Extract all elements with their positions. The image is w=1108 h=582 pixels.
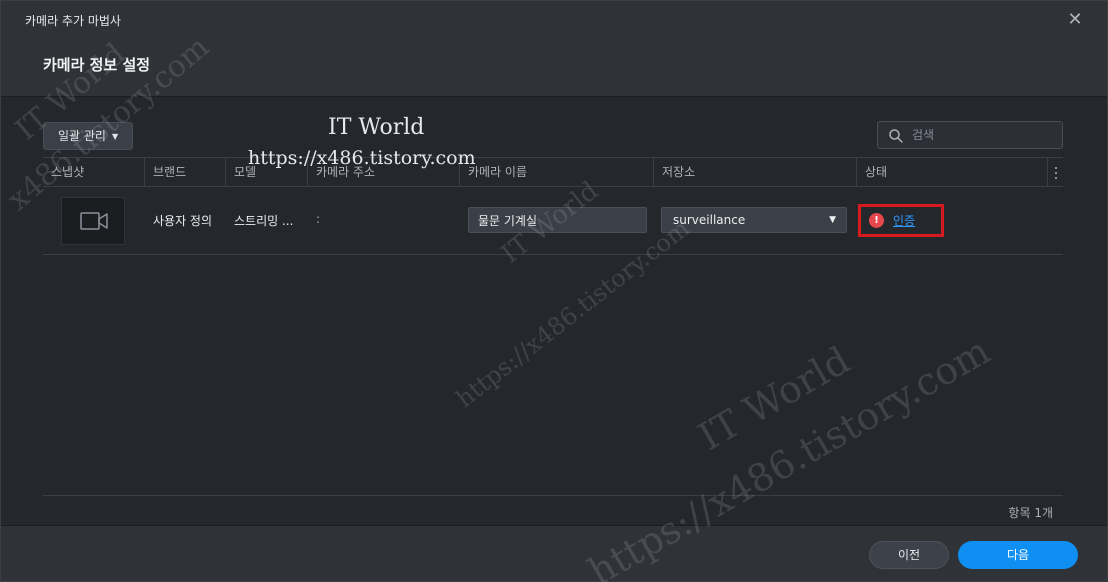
error-icon: ! <box>869 213 884 228</box>
table-footer-divider <box>43 495 1063 496</box>
previous-button[interactable]: 이전 <box>869 541 949 569</box>
title-bar: 카메라 추가 마법사 ✕ <box>1 1 1107 39</box>
add-camera-wizard-dialog: 카메라 추가 마법사 ✕ 카메라 정보 설정 일괄 관리 ▼ 스냅샷 브랜드 모델… <box>0 0 1108 582</box>
brand-cell: 사용자 정의 <box>153 214 213 228</box>
authenticate-link[interactable]: 인증 <box>893 212 915 229</box>
item-count: 항목 1개 <box>1008 506 1053 520</box>
camera-table: 스냅샷 브랜드 모델 카메라 주소 카메라 이름 저장소 상태 사용자 정의 스… <box>43 157 1063 255</box>
action-bar: 이전 다음 <box>1 525 1107 581</box>
column-header-snapshot[interactable]: 스냅샷 <box>43 158 145 187</box>
bulk-manage-button[interactable]: 일괄 관리 ▼ <box>43 122 134 150</box>
column-header-address[interactable]: 카메라 주소 <box>308 158 460 187</box>
search-field[interactable] <box>877 121 1063 149</box>
caret-down-icon: ▼ <box>111 132 119 141</box>
next-button[interactable]: 다음 <box>958 541 1078 569</box>
search-icon <box>889 129 903 143</box>
step-header: 카메라 정보 설정 <box>1 39 1107 97</box>
snapshot-thumbnail <box>61 197 125 245</box>
camera-name-input[interactable] <box>468 207 647 233</box>
table-row[interactable]: 사용자 정의 스트리밍 ... : surveillance ▼ ! 인증 <box>43 187 1063 255</box>
window-title: 카메라 추가 마법사 <box>25 14 121 28</box>
column-options-icon[interactable] <box>1047 158 1063 187</box>
step-title: 카메라 정보 설정 <box>43 56 151 74</box>
storage-value: surveillance <box>673 213 746 227</box>
column-header-model[interactable]: 모델 <box>226 158 308 187</box>
table-header: 스냅샷 브랜드 모델 카메라 주소 카메라 이름 저장소 상태 <box>43 157 1063 187</box>
video-camera-icon <box>80 212 108 230</box>
column-header-brand[interactable]: 브랜드 <box>145 158 226 187</box>
search-input[interactable] <box>912 125 1052 145</box>
column-header-name[interactable]: 카메라 이름 <box>460 158 654 187</box>
watermark-diag-brand-2: IT World <box>691 337 858 460</box>
dropdown-caret-icon: ▼ <box>829 215 836 225</box>
address-cell: : <box>316 212 321 226</box>
bulk-manage-label: 일괄 관리 <box>58 129 106 143</box>
close-icon[interactable]: ✕ <box>1065 10 1085 30</box>
column-header-storage[interactable]: 저장소 <box>654 158 857 187</box>
column-header-status[interactable]: 상태 <box>857 158 1047 187</box>
status-cell: ! 인증 <box>858 204 944 237</box>
model-cell: 스트리밍 ... <box>234 214 294 228</box>
storage-select[interactable]: surveillance ▼ <box>661 207 847 233</box>
toolbar: 일괄 관리 ▼ <box>43 121 1063 151</box>
